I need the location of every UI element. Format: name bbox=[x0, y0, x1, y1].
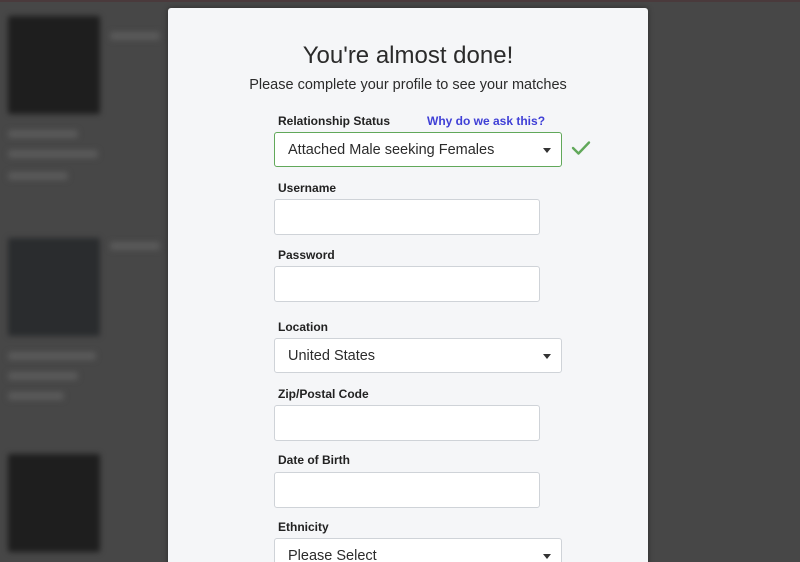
relationship-status-value: Attached Male seeking Females bbox=[288, 142, 495, 158]
date-of-birth-field[interactable] bbox=[274, 472, 540, 508]
password-field[interactable] bbox=[274, 266, 540, 302]
zip-code-field[interactable] bbox=[274, 405, 540, 441]
background-text bbox=[8, 392, 64, 400]
location-select[interactable]: United States bbox=[274, 338, 562, 373]
background-profile-photo bbox=[8, 238, 100, 336]
background-text bbox=[8, 130, 78, 138]
location-value: United States bbox=[288, 348, 376, 364]
ethnicity-value: Please Select bbox=[288, 548, 377, 562]
modal-subtitle: Please complete your profile to see your… bbox=[249, 77, 567, 93]
background-text bbox=[110, 32, 160, 40]
chevron-down-icon bbox=[543, 554, 551, 559]
username-field[interactable] bbox=[274, 199, 540, 235]
chevron-down-icon bbox=[543, 354, 551, 359]
modal-title: You're almost done! bbox=[302, 42, 514, 69]
date-of-birth-label: Date of Birth bbox=[278, 453, 350, 467]
chevron-down-icon bbox=[543, 148, 551, 153]
complete-profile-modal: You're almost done! Please complete your… bbox=[168, 8, 648, 562]
why-do-we-ask-link[interactable]: Why do we ask this? bbox=[427, 114, 545, 128]
background-text bbox=[110, 242, 160, 250]
background-text bbox=[8, 172, 68, 180]
background-profile-photo bbox=[8, 454, 100, 552]
ethnicity-select[interactable]: Please Select bbox=[274, 538, 562, 562]
location-label: Location bbox=[278, 320, 328, 334]
checkmark-icon bbox=[571, 141, 591, 155]
background-text bbox=[8, 372, 78, 380]
background-text bbox=[8, 352, 96, 360]
password-label: Password bbox=[278, 248, 335, 262]
username-label: Username bbox=[278, 181, 337, 195]
ethnicity-label: Ethnicity bbox=[278, 520, 329, 534]
relationship-status-select[interactable]: Attached Male seeking Females bbox=[274, 132, 562, 167]
background-profile-photo bbox=[8, 16, 100, 114]
background-text bbox=[8, 150, 98, 158]
relationship-status-label: Relationship Status bbox=[278, 114, 391, 128]
zip-code-label: Zip/Postal Code bbox=[278, 387, 369, 401]
